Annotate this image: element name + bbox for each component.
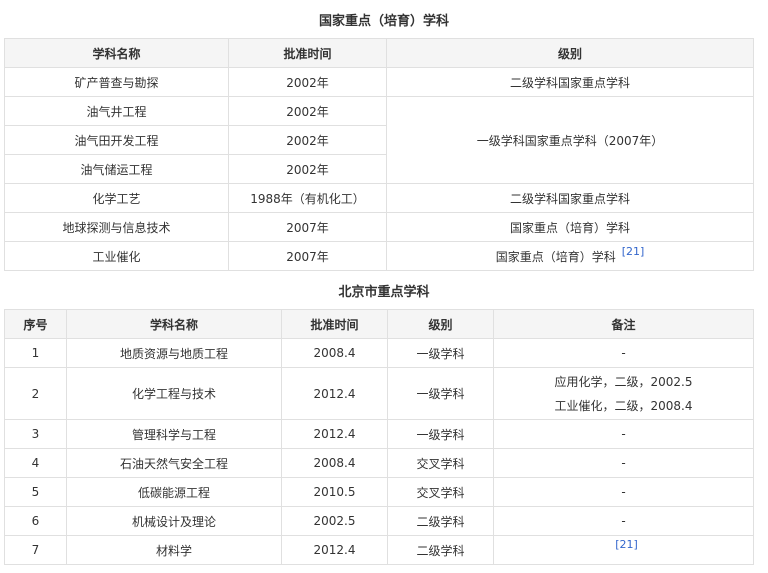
discipline-name: 化学工艺 [4,183,229,213]
table-row: 地球探测与信息技术 2007年 国家重点（培育）学科 [4,212,754,242]
table-row: 7 材料学 2012.4 二级学科 [21] [4,535,754,565]
approval-time: 2012.4 [281,367,388,420]
discipline-level: 国家重点（培育）学科 [386,212,754,242]
table-row: 1 地质资源与地质工程 2008.4 一级学科 - [4,338,754,368]
table-row: 3 管理科学与工程 2012.4 一级学科 - [4,419,754,449]
approval-time: 2002年 [228,96,387,126]
discipline-name: 地质资源与地质工程 [66,338,282,368]
table-row: 2 化学工程与技术 2012.4 一级学科 应用化学，二级，2002.5 工业催… [4,367,754,420]
note-line: 应用化学，二级，2002.5 [554,374,693,389]
note: - [493,477,754,507]
header-note: 备注 [493,309,754,339]
table-row: 化学工艺 1988年（有机化工） 二级学科国家重点学科 [4,183,754,213]
discipline-name: 矿产普查与勘探 [4,67,229,97]
row-number: 2 [4,367,67,420]
discipline-name: 地球探测与信息技术 [4,212,229,242]
approval-time: 2002年 [228,67,387,97]
approval-time: 2012.4 [281,535,388,565]
discipline-name: 材料学 [66,535,282,565]
header-approval-time: 批准时间 [228,38,387,68]
reference-link[interactable]: [21] [622,245,645,258]
approval-time: 2010.5 [281,477,388,507]
note-line: 工业催化，二级，2008.4 [554,398,693,413]
approval-time: 2002年 [228,125,387,155]
discipline-level: 二级学科国家重点学科 [386,183,754,213]
discipline-level: 交叉学科 [387,448,494,478]
approval-time: 2007年 [228,241,387,271]
table-row: 工业催化 2007年 国家重点（培育）学科 [21] [4,241,754,271]
discipline-level: 一级学科 [387,367,494,420]
discipline-level: 二级学科国家重点学科 [386,67,754,97]
approval-time: 2012.4 [281,419,388,449]
discipline-level: 二级学科 [387,535,494,565]
approval-time: 2002.5 [281,506,388,536]
discipline-name: 化学工程与技术 [66,367,282,420]
row-number: 1 [4,338,67,368]
header-discipline-name: 学科名称 [4,38,229,68]
approval-time: 2008.4 [281,448,388,478]
table-header-row: 学科名称 批准时间 级别 [4,38,754,68]
approval-time: 2007年 [228,212,387,242]
row-number: 6 [4,506,67,536]
beijing-key-disciplines-table: 序号 学科名称 批准时间 级别 备注 1 地质资源与地质工程 2008.4 一级… [4,309,754,565]
discipline-name: 工业催化 [4,241,229,271]
national-key-disciplines-table: 学科名称 批准时间 级别 矿产普查与勘探 2002年 二级学科国家重点学科 油气… [4,38,754,271]
approval-time: 2002年 [228,154,387,184]
discipline-level: 国家重点（培育）学科 [495,249,616,264]
table1-title: 国家重点（培育）学科 [318,14,449,29]
table-row: 6 机械设计及理论 2002.5 二级学科 - [4,506,754,536]
note: - [493,506,754,536]
table-row: 矿产普查与勘探 2002年 二级学科国家重点学科 [4,67,754,97]
discipline-level: 二级学科 [387,506,494,536]
discipline-name: 机械设计及理论 [66,506,282,536]
discipline-name: 管理科学与工程 [66,419,282,449]
table-row: 油气井工程 2002年 一级学科国家重点学科（2007年） [4,96,754,184]
approval-time: 2008.4 [281,338,388,368]
approval-time: 1988年（有机化工） [228,183,387,213]
header-approval-time: 批准时间 [281,309,388,339]
discipline-name: 油气储运工程 [4,154,229,184]
row-number: 4 [4,448,67,478]
discipline-name: 低碳能源工程 [66,477,282,507]
row-number: 5 [4,477,67,507]
reference-link[interactable]: [21] [615,538,638,551]
discipline-name: 石油天然气安全工程 [66,448,282,478]
discipline-level: 一级学科 [387,338,494,368]
table-row: 5 低碳能源工程 2010.5 交叉学科 - [4,477,754,507]
discipline-level: 一级学科 [387,419,494,449]
row-number: 7 [4,535,67,565]
header-discipline-name: 学科名称 [66,309,282,339]
header-level: 级别 [386,38,754,68]
discipline-name: 油气田开发工程 [4,125,229,155]
note-cell: [21] [493,535,754,565]
header-number: 序号 [4,309,67,339]
note: - [493,419,754,449]
table-row: 4 石油天然气安全工程 2008.4 交叉学科 - [4,448,754,478]
note-cell: 应用化学，二级，2002.5 工业催化，二级，2008.4 [493,367,754,420]
header-level: 级别 [387,309,494,339]
row-number: 3 [4,419,67,449]
discipline-name: 油气井工程 [4,96,229,126]
table2-title: 北京市重点学科 [338,285,430,300]
note: - [493,338,754,368]
table-header-row: 序号 学科名称 批准时间 级别 备注 [4,309,754,339]
discipline-level-cell: 国家重点（培育）学科 [21] [386,241,754,271]
note: - [493,448,754,478]
merged-discipline-level: 一级学科国家重点学科（2007年） [386,96,754,184]
discipline-level: 交叉学科 [387,477,494,507]
